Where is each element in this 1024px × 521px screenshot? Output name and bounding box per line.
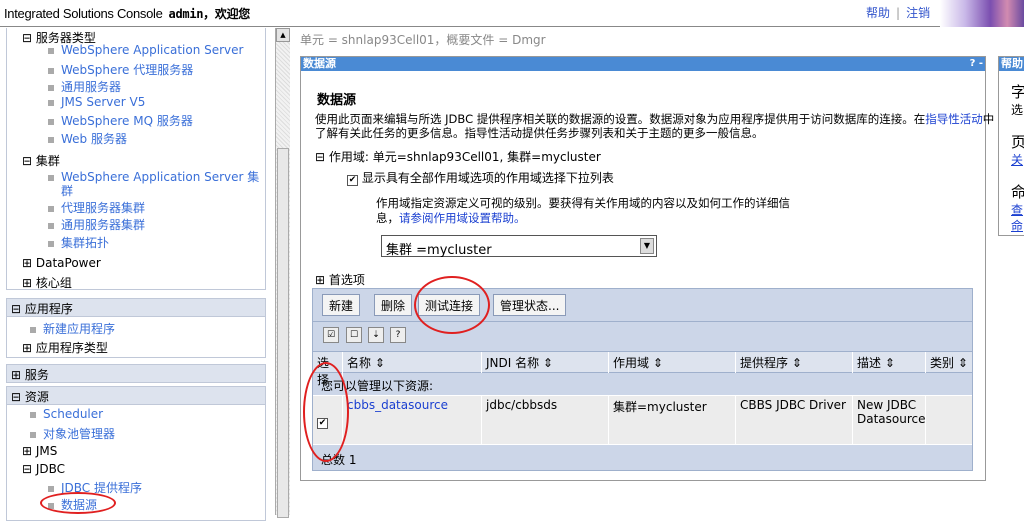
nav-clusters[interactable]: ⊟ 集群	[22, 152, 60, 169]
nav-was-cluster[interactable]: WebSphere Application Server 集	[48, 168, 259, 185]
table-row: ✔ cbbs_datasource jdbc/cbbsds 集群=myclust…	[313, 395, 974, 445]
help-field-heading: 字	[1011, 83, 1024, 101]
filter-icon[interactable]: ⇣	[368, 327, 384, 343]
col-jndi[interactable]: JNDI 名称 ⇕	[482, 352, 609, 373]
scope-select[interactable]: 集群 =mycluster ▼	[381, 235, 657, 258]
row-provider: CBBS JDBC Driver	[736, 396, 853, 444]
annotation-circle	[414, 276, 490, 334]
col-scope[interactable]: 作用域 ⇕	[609, 352, 736, 373]
row-scope: 集群=mycluster	[609, 396, 736, 444]
col-name[interactable]: 名称 ⇕	[343, 352, 482, 373]
scroll-thumb[interactable]	[277, 148, 289, 518]
select-all-icon[interactable]: ☑	[323, 327, 339, 343]
row-jndi: jdbc/cbbsds	[482, 396, 609, 444]
scope-help-link[interactable]: 请参阅作用域设置帮助。	[399, 211, 526, 225]
col-category[interactable]: 类别 ⇕	[926, 352, 974, 373]
nav-was[interactable]: WebSphere Application Server	[48, 43, 243, 57]
nav-box-services: ⊞ 服务	[6, 364, 266, 383]
nav-proxy-cluster[interactable]: 代理服务器集群	[48, 199, 145, 216]
datasource-panel: 数据源? - 数据源 使用此页面来编辑与所选 JDBC 提供程序相关联的数据源的…	[300, 56, 994, 481]
panel-titlebar: 数据源? -	[301, 57, 985, 71]
help-text: 选	[1011, 103, 1024, 117]
nav-cluster-topology[interactable]: 集群拓扑	[48, 234, 109, 251]
nav-object-pool[interactable]: 对象池管理器	[30, 425, 115, 442]
row-description: New JDBC Datasource	[853, 396, 926, 444]
nav-scheduler[interactable]: Scheduler	[30, 407, 103, 421]
help-panel: 帮助 字 选 页 关 命 查 命	[998, 56, 1024, 236]
guided-activity-link[interactable]: 指导性活动	[925, 112, 983, 126]
nav-app-types[interactable]: ⊞ 应用程序类型	[22, 339, 108, 356]
nav-jms-server[interactable]: JMS Server V5	[48, 95, 145, 109]
help-page-heading: 页	[1011, 133, 1024, 151]
help-link[interactable]: 命	[1011, 217, 1023, 234]
nav-mq[interactable]: WebSphere MQ 服务器	[48, 112, 193, 129]
nav-web[interactable]: Web 服务器	[48, 130, 127, 147]
app-title: Integrated Solutions Console	[4, 6, 163, 21]
nav-jdbc[interactable]: ⊟ JDBC	[22, 462, 65, 476]
navigation-tree: ⊟ 服务器类型 WebSphere Application Server Web…	[0, 28, 275, 521]
help-titlebar: 帮助	[999, 57, 1024, 71]
delete-button[interactable]: 删除	[374, 294, 413, 316]
scroll-up-icon[interactable]: ▲	[276, 28, 290, 42]
col-description[interactable]: 描述 ⇕	[853, 352, 926, 373]
nav-applications[interactable]: ⊟ 应用程序	[7, 299, 265, 317]
datasource-table: 新建 删除 测试连接 管理状态... ☑ ☐ ⇣ ? 选择 名称 ⇕ JNDI …	[312, 288, 974, 471]
col-provider[interactable]: 提供程序 ⇕	[736, 352, 853, 373]
new-button[interactable]: 新建	[322, 294, 361, 316]
header: Integrated Solutions Console admin，欢迎您 帮助…	[0, 0, 1024, 27]
help-link[interactable]: 查	[1011, 201, 1023, 218]
help-link[interactable]: 关	[1011, 151, 1023, 168]
nav-was-cluster-cont[interactable]: 群	[61, 182, 73, 199]
manage-state-button[interactable]: 管理状态...	[493, 294, 567, 316]
filter-clear-icon[interactable]: ?	[390, 327, 406, 343]
nav-proxy[interactable]: WebSphere 代理服务器	[48, 61, 193, 78]
nav-generic[interactable]: 通用服务器	[48, 78, 121, 95]
datasource-link[interactable]: cbbs_datasource	[347, 398, 448, 412]
page-title: 数据源	[317, 93, 357, 108]
logout-link[interactable]: 注销	[906, 6, 930, 20]
nav-scrollbar[interactable]: ▲	[275, 28, 290, 518]
description-2: 了解有关此任务的更多信息。指导性活动提供任务步骤列表和关于主题的更多一般信息。	[315, 126, 764, 140]
description: 使用此页面来编辑与所选 JDBC 提供程序相关联的数据源的设置。数据源对象为应用…	[315, 112, 926, 126]
row-category	[926, 396, 974, 444]
annotation-circle	[303, 362, 349, 462]
show-scope-checkbox[interactable]: ✔	[347, 175, 358, 186]
nav-resources[interactable]: ⊟ 资源	[7, 387, 265, 405]
separator: |	[896, 6, 901, 20]
nav-generic-cluster[interactable]: 通用服务器集群	[48, 216, 145, 233]
scope-help: 作用域指定资源定义可视的级别。要获得有关作用域的内容以及如何工作的详细信	[376, 196, 790, 210]
annotation-circle	[40, 492, 116, 514]
table-header: 选择 名称 ⇕ JNDI 名称 ⇕ 作用域 ⇕ 提供程序 ⇕ 描述 ⇕ 类别 ⇕	[313, 351, 974, 390]
checkbox-label: 显示具有全部作用域选项的作用域选择下拉列表	[361, 171, 614, 185]
panel-controls[interactable]: ? -	[970, 57, 983, 71]
help-link[interactable]: 帮助	[866, 6, 890, 20]
chevron-down-icon[interactable]: ▼	[640, 238, 654, 254]
welcome-user: admin，欢迎您	[168, 7, 251, 21]
breadcrumb: 单元 = shnlap93Cell01，概要文件 = Dmgr	[300, 33, 546, 47]
nav-services[interactable]: ⊞ 服务	[7, 365, 265, 383]
deselect-all-icon[interactable]: ☐	[346, 327, 362, 343]
help-command-heading: 命	[1011, 183, 1024, 201]
nav-datapower[interactable]: ⊞ DataPower	[22, 256, 101, 270]
scope-section[interactable]: ⊟ 作用域: 单元=shnlap93Cell01, 集群=mycluster	[315, 148, 601, 165]
nav-core-groups[interactable]: ⊞ 核心组	[22, 274, 72, 291]
header-decoration-image	[940, 0, 1024, 27]
preferences-toggle[interactable]: ⊞ 首选项	[315, 271, 365, 288]
nav-jms[interactable]: ⊞ JMS	[22, 444, 57, 458]
nav-new-app[interactable]: 新建应用程序	[30, 320, 115, 337]
